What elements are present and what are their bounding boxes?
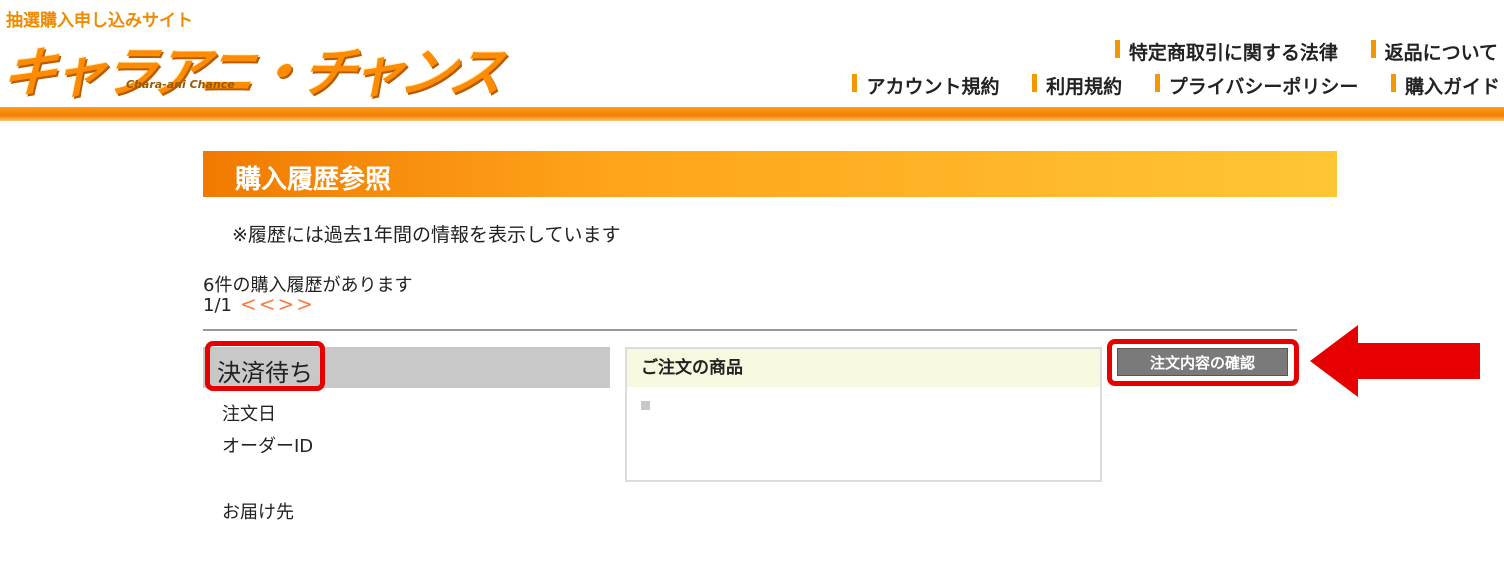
delivery-address-label: お届け先 <box>222 502 294 523</box>
pager-page-number: 1/1 <box>203 295 232 316</box>
order-id-label: オーダーID <box>222 436 314 457</box>
logo-en-text: Chara-ani Chance <box>126 78 235 91</box>
link-purchase-guide[interactable]: 購入ガイド <box>1390 72 1500 99</box>
link-returns[interactable]: 返品について <box>1370 38 1498 65</box>
link-privacy-policy[interactable]: プライバシーポリシー <box>1154 72 1358 99</box>
link-account-terms[interactable]: アカウント規約 <box>852 72 999 99</box>
button-highlight-box <box>1107 339 1299 386</box>
divider <box>203 329 1297 331</box>
page-title-band: 購入履歴参照 <box>203 151 1337 197</box>
order-date-label: 注文日 <box>222 404 276 425</box>
logo-text: キャラアニ・チャンス <box>0 41 507 104</box>
pager-arrows[interactable]: <<>> <box>240 292 315 316</box>
product-bullet-icon <box>641 401 650 410</box>
header-divider-bar <box>0 107 1504 121</box>
products-header: ご注文の商品 <box>627 349 1100 387</box>
ordered-products-box: ご注文の商品 <box>625 347 1102 482</box>
pager: 1/1 <<>> <box>203 292 315 316</box>
link-terms-of-use[interactable]: 利用規約 <box>1032 72 1122 99</box>
site-logo[interactable]: キャラアニ・チャンス Chara-ani Chance <box>0 34 507 104</box>
header-links-bottom: アカウント規約 利用規約 プライバシーポリシー 購入ガイド <box>826 72 1500 99</box>
history-notice: ※履歴には過去1年間の情報を表示しています <box>232 224 621 246</box>
header-links-top: 特定商取引に関する法律 返品について <box>1089 38 1498 65</box>
status-highlight-box <box>205 341 325 391</box>
pointer-arrow-icon <box>1310 325 1480 397</box>
page-title: 購入履歴参照 <box>235 165 392 195</box>
link-commercial-law[interactable]: 特定商取引に関する法律 <box>1114 38 1338 65</box>
